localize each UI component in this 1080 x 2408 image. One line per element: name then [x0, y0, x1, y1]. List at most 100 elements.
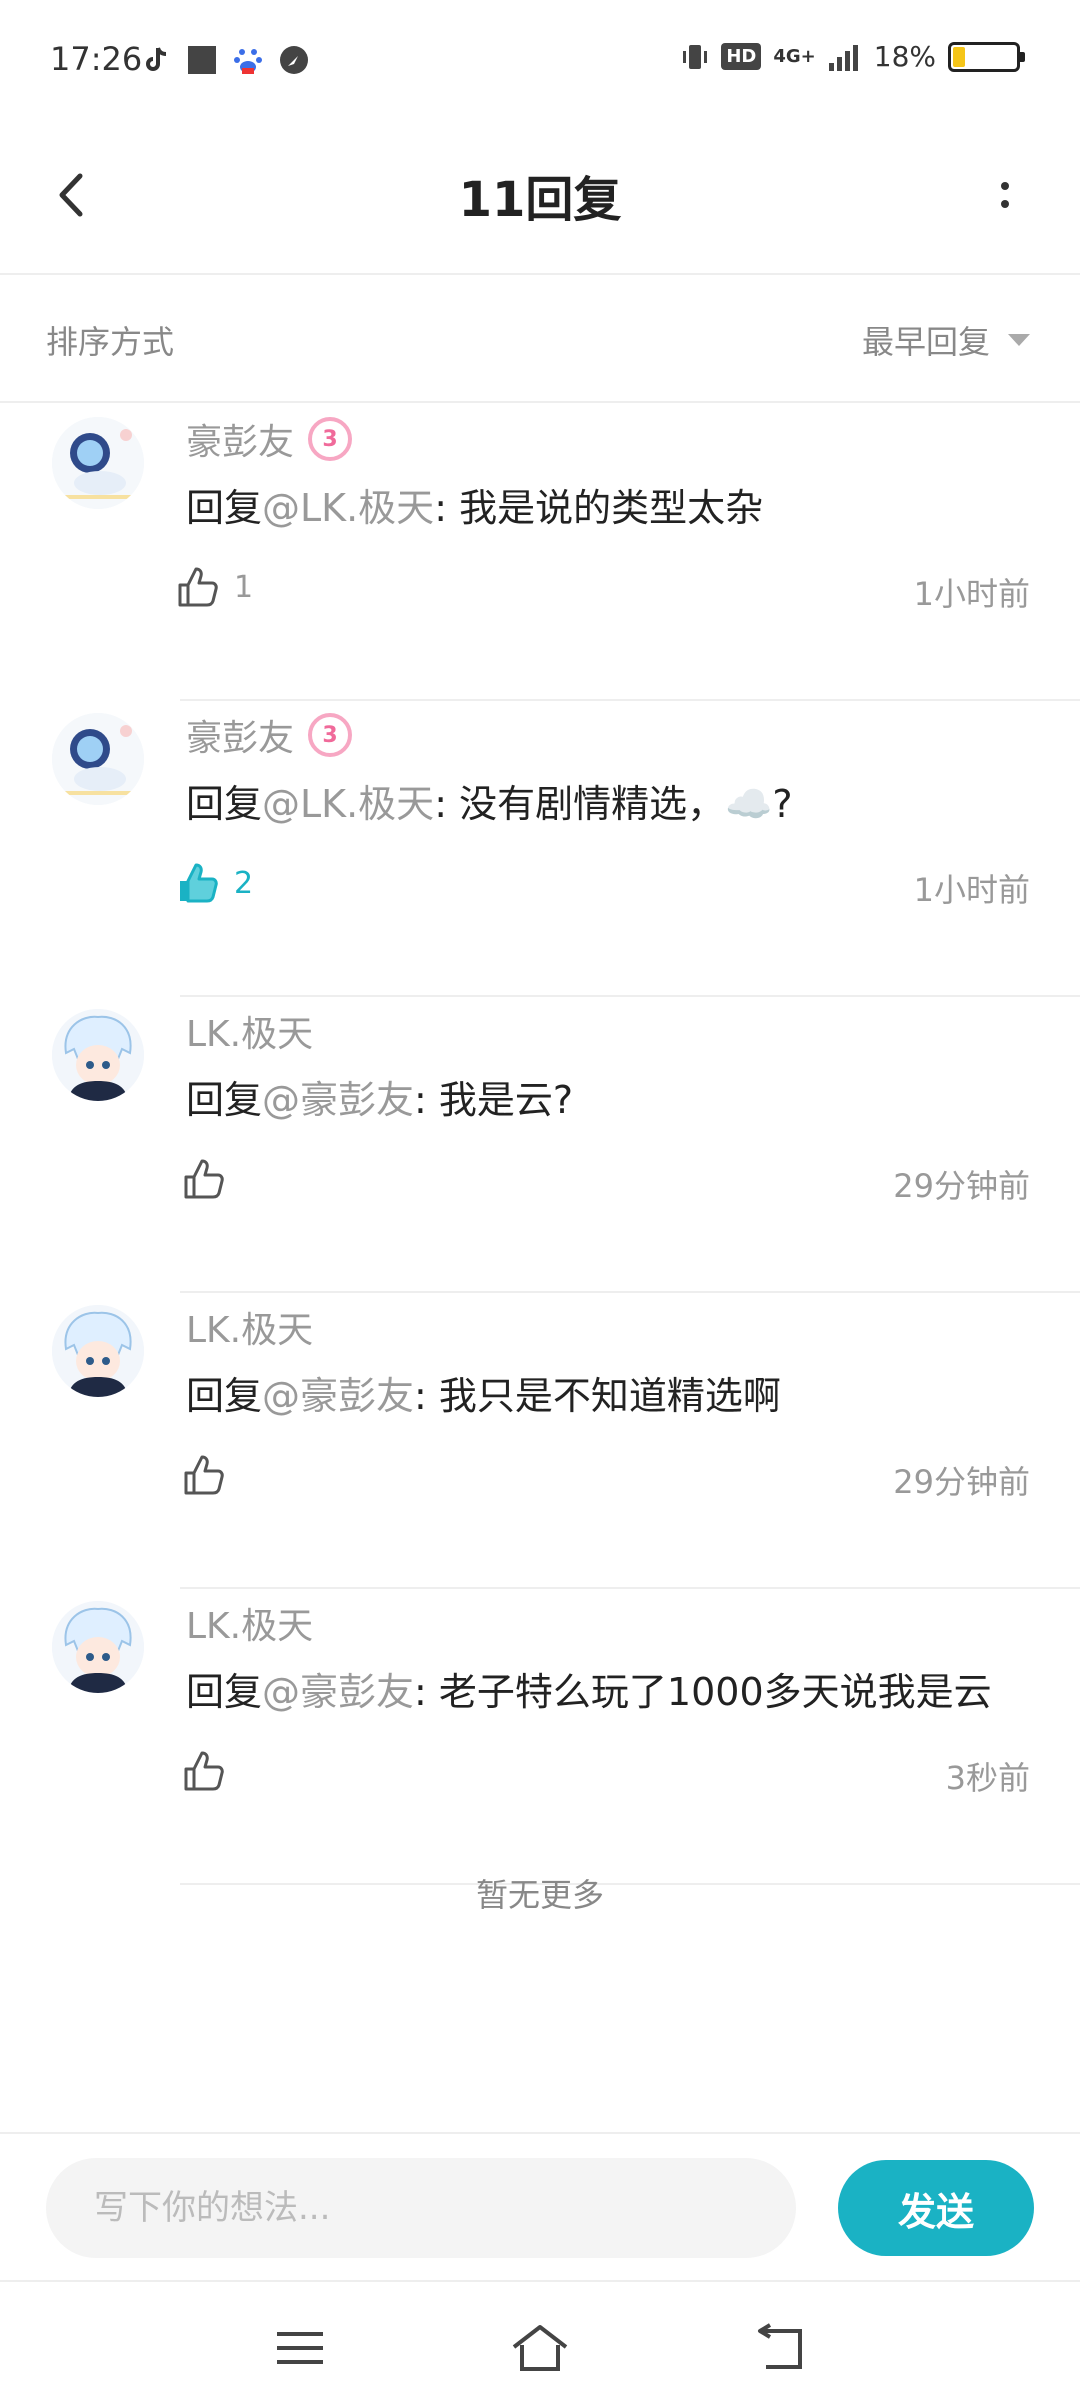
comment-content: 回复@豪彭友: 我只是不知道精选啊: [186, 1365, 781, 1420]
like-button[interactable]: [182, 1453, 240, 1497]
like-button[interactable]: 2: [176, 861, 253, 905]
notification-icons: [140, 44, 310, 76]
like-button[interactable]: [182, 1157, 240, 1201]
comment-text: : 我是说的类型太杂: [434, 486, 764, 530]
header: 11回复: [0, 120, 1080, 275]
sort-bar: 排序方式 最早回复: [0, 277, 1080, 403]
return-icon: [758, 2323, 802, 2369]
reply-prefix: 回复: [186, 486, 263, 530]
anime-boy-avatar-image: [52, 1305, 144, 1397]
thumbs-up-icon: [184, 1159, 224, 1199]
comment-item: LK.极天 回复@豪彭友: 我是云? 29分钟前: [0, 997, 1080, 1293]
mention-link[interactable]: @豪彭友: [262, 1374, 414, 1418]
like-count: 2: [234, 865, 254, 901]
level-badge: 3: [308, 713, 353, 757]
tiktok-icon: [146, 47, 167, 71]
network-type: 4G+: [773, 46, 816, 67]
gallery-icon: [188, 46, 216, 74]
battery-percent: 18%: [873, 40, 936, 73]
comment-content: 回复@豪彭友: 我是云?: [186, 1069, 573, 1124]
comment-username[interactable]: LK.极天: [186, 1005, 313, 1057]
vibrate-icon: [683, 44, 708, 69]
status-time: 17:26: [50, 40, 143, 78]
comment-text: : 我是云?: [414, 1078, 574, 1122]
mention-link[interactable]: @豪彭友: [262, 1078, 414, 1122]
baidu-icon: [234, 49, 262, 74]
comment-text: : 我只是不知道精选啊: [414, 1374, 781, 1418]
signal-icon: [828, 44, 858, 71]
level-badge: 3: [308, 417, 353, 461]
reply-prefix: 回复: [186, 782, 263, 826]
mention-link[interactable]: @豪彭友: [262, 1670, 414, 1714]
more-dot: [1001, 200, 1009, 208]
avatar-astronaut[interactable]: [52, 713, 144, 805]
thumbs-up-icon: [184, 1455, 224, 1495]
home-icon: [512, 2325, 568, 2371]
system-nav-bar: [0, 2284, 1080, 2408]
comment-user-row: LK.极天: [186, 1005, 313, 1057]
comment-user-row: LK.极天: [186, 1597, 313, 1649]
hd-badge: HD: [721, 43, 762, 70]
back-nav-button[interactable]: [740, 2308, 820, 2388]
comment-list: 豪彭友 3 回复@LK.极天: 我是说的类型太杂 1 1小时前 豪彭友 3 回复…: [0, 405, 1080, 1885]
page-title: 11回复: [458, 172, 622, 228]
reply-prefix: 回复: [186, 1374, 263, 1418]
comment-text: : 老子特么玩了1000多天说我是云: [414, 1670, 992, 1714]
reply-input[interactable]: [46, 2158, 796, 2258]
compass-icon: [280, 46, 308, 74]
comment-text: : 没有剧情精选，☁️?: [434, 782, 793, 826]
comment-item: 豪彭友 3 回复@LK.极天: 我是说的类型太杂 1 1小时前: [0, 405, 1080, 701]
comment-time: 29分钟前: [893, 1463, 1030, 1501]
comment-username[interactable]: 豪彭友: [186, 709, 294, 761]
thumbs-up-filled-icon: [180, 863, 218, 903]
comment-item: 豪彭友 3 回复@LK.极天: 没有剧情精选，☁️? 2 1小时前: [0, 701, 1080, 997]
comment-content: 回复@豪彭友: 老子特么玩了1000多天说我是云: [186, 1661, 992, 1716]
comment-content: 回复@LK.极天: 没有剧情精选，☁️?: [186, 773, 793, 828]
avatar-anime-boy[interactable]: [52, 1305, 144, 1397]
avatar-astronaut[interactable]: [52, 417, 144, 509]
reply-prefix: 回复: [186, 1670, 263, 1714]
sort-dropdown[interactable]: 最早回复: [862, 317, 1032, 363]
comment-item: LK.极天 回复@豪彭友: 我只是不知道精选啊 29分钟前: [0, 1293, 1080, 1589]
like-button[interactable]: [182, 1749, 240, 1793]
mention-link[interactable]: @LK.极天: [262, 486, 434, 530]
avatar-anime-boy[interactable]: [52, 1601, 144, 1693]
sort-selected-value: 最早回复: [861, 323, 990, 361]
comment-content: 回复@LK.极天: 我是说的类型太杂: [186, 477, 763, 532]
anime-boy-avatar-image: [52, 1009, 144, 1101]
reply-prefix: 回复: [186, 1078, 263, 1122]
send-button[interactable]: 发送: [838, 2160, 1034, 2256]
astronaut-avatar-image: [52, 713, 144, 805]
battery-icon: [948, 41, 1025, 72]
more-options-button[interactable]: [970, 160, 1040, 230]
comment-item: LK.极天 回复@豪彭友: 老子特么玩了1000多天说我是云 3秒前: [0, 1589, 1080, 1885]
more-dots-icon: [1001, 182, 1009, 190]
like-button[interactable]: 1: [176, 565, 253, 609]
thumbs-up-icon: [184, 1751, 224, 1791]
comment-time: 1小时前: [913, 871, 1030, 909]
battery-level: [953, 46, 965, 67]
comment-username[interactable]: LK.极天: [186, 1597, 313, 1649]
status-right: HD 4G+ 18%: [681, 40, 1025, 73]
status-bar: 17:26 HD 4G+ 18%: [0, 0, 1080, 120]
avatar-anime-boy[interactable]: [52, 1009, 144, 1101]
comment-user-row: 豪彭友 3: [186, 413, 353, 465]
reply-input-bar: 发送: [0, 2132, 1080, 2282]
sort-label: 排序方式: [46, 323, 175, 361]
like-count: 1: [234, 569, 254, 605]
astronaut-avatar-image: [52, 417, 144, 509]
comment-username[interactable]: LK.极天: [186, 1301, 313, 1353]
home-button[interactable]: [500, 2308, 580, 2388]
mention-link[interactable]: @LK.极天: [262, 782, 434, 826]
comment-username[interactable]: 豪彭友: [186, 413, 294, 465]
comment-time: 29分钟前: [893, 1167, 1030, 1205]
no-more-label: 暂无更多: [475, 1876, 604, 1914]
thumbs-up-icon: [178, 567, 218, 607]
comment-user-row: 豪彭友 3: [186, 709, 353, 761]
menu-button[interactable]: [260, 2308, 340, 2388]
comment-user-row: LK.极天: [186, 1301, 313, 1353]
caret-down-icon: [1008, 334, 1030, 346]
comment-time: 1小时前: [913, 575, 1030, 613]
comment-time: 3秒前: [945, 1759, 1030, 1797]
anime-boy-avatar-image: [52, 1601, 144, 1693]
